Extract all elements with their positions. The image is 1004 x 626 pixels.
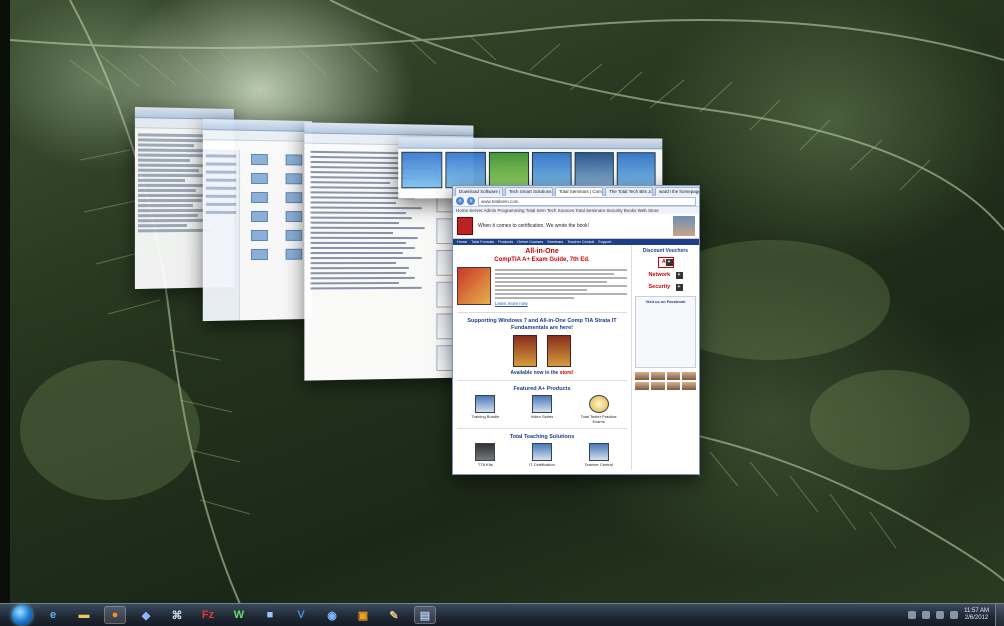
tray-network-icon[interactable]: [936, 611, 945, 619]
ie2-icon[interactable]: ◉: [321, 606, 343, 624]
site-logo[interactable]: [457, 217, 473, 235]
facebook-title: Visit us on Facebook: [645, 299, 686, 304]
app-box-icon[interactable]: ■: [259, 606, 281, 624]
page-content: All-in-One CompTIA A+ Exam Guide, 7th Ed…: [453, 245, 699, 470]
product-label: Training Bundle: [471, 414, 500, 419]
paint-icon[interactable]: ✎: [383, 606, 405, 624]
book-image[interactable]: [513, 335, 537, 367]
voucher-security[interactable]: Security: [649, 283, 683, 292]
system-tray: 11:57 AM 2/6/2012: [908, 608, 995, 622]
explorer-sidebar: [202, 149, 241, 322]
tray-volume-icon[interactable]: [950, 611, 959, 619]
site-header: When it comes to certification, We wrote…: [453, 214, 699, 239]
fan-faces: [635, 372, 696, 390]
voucher-network[interactable]: Network: [649, 271, 683, 280]
section-heading: Supporting Windows 7 and All-in-One Comp…: [467, 318, 617, 331]
available-label: Available now in the: [510, 370, 559, 376]
address-row: ‹ › www.totalsem.com: [453, 196, 699, 207]
sidebar-title: Discount Vouchers: [642, 248, 689, 254]
teaching-item[interactable]: Teacher Central: [581, 443, 617, 467]
featured-section: Featured A+ Products Training Bundle Vid…: [457, 380, 627, 424]
sidebar-column: Discount Vouchers A+ Network Security Vi…: [631, 245, 699, 470]
product-item[interactable]: Training Bundle: [467, 395, 503, 424]
product-row: Training Bundle Video Series Total Teste…: [457, 395, 627, 424]
promo-headline: All-in-One: [525, 248, 559, 255]
teaching-label: Teacher Central: [584, 462, 613, 467]
folder-icon[interactable]: ▬: [73, 606, 95, 624]
teaching-label: IT Certification: [529, 462, 555, 467]
browser-tab[interactable]: watch the homepage to ...: [655, 187, 699, 196]
product-item[interactable]: Video Series: [524, 395, 560, 424]
network-icon[interactable]: ⌘: [166, 606, 188, 624]
start-button[interactable]: [12, 605, 32, 625]
window-explorer[interactable]: [202, 118, 312, 322]
window-titlebar[interactable]: [398, 137, 663, 150]
media-icon[interactable]: ▣: [352, 606, 374, 624]
product-label: Total Tester Practice Exams: [580, 414, 617, 424]
promo-subheadline: CompTIA A+ Exam Guide, 7th Ed.: [494, 257, 590, 263]
strata-books: [457, 335, 627, 367]
window-icon[interactable]: ▤: [414, 606, 436, 624]
address-bar[interactable]: www.totalsem.com: [478, 196, 696, 206]
product-label: Video Series: [530, 414, 554, 419]
available-text: Available now in the store!: [457, 370, 627, 376]
promo-text: Learn more now: [495, 267, 627, 308]
teaching-label: TTA Kits: [477, 462, 493, 467]
facebook-widget[interactable]: Visit us on Facebook: [635, 296, 696, 368]
store-link[interactable]: store!: [560, 370, 574, 376]
clock-date: 2/6/2012: [964, 615, 989, 621]
screen-edge: [0, 0, 10, 604]
main-column: All-in-One CompTIA A+ Exam Guide, 7th Ed…: [453, 245, 631, 470]
browser-tab[interactable]: Tech Smart Solutions New...: [505, 187, 553, 196]
section-heading: Total Teaching Solutions: [509, 434, 575, 440]
strata-section: Supporting Windows 7 and All-in-One Comp…: [457, 312, 627, 376]
browser-tab-strip: Download Software | Ch... Tech Smart Sol…: [453, 186, 699, 196]
teaching-section: Total Teaching Solutions TTA Kits IT Cer…: [457, 428, 627, 467]
browser-tab[interactable]: Download Software | Ch...: [455, 187, 503, 196]
taskbar: e ▬ ● ◆ ⌘ Fz W ■ V ◉ ▣ ✎ ▤ 11:57 AM 2/6/…: [0, 603, 1004, 626]
browser-window[interactable]: Download Software | Ch... Tech Smart Sol…: [452, 185, 700, 475]
forward-icon[interactable]: ›: [467, 197, 475, 205]
taskbar-icons: e ▬ ● ◆ ⌘ Fz W ■ V ◉ ▣ ✎ ▤: [42, 606, 436, 624]
system-clock[interactable]: 11:57 AM 2/6/2012: [964, 608, 989, 622]
tray-flag-icon[interactable]: [922, 611, 931, 619]
tray-arrow-icon[interactable]: [908, 611, 917, 619]
teaching-row: TTA Kits IT Certification Teacher Centra…: [457, 443, 627, 467]
filezilla-icon[interactable]: Fz: [197, 606, 219, 624]
site-tagline: When it comes to certification, We wrote…: [478, 223, 590, 229]
window-toolbar: [202, 129, 312, 142]
clock-time: 11:57 AM: [964, 608, 989, 614]
voucher-aplus[interactable]: A+: [657, 257, 674, 268]
product-item[interactable]: Total Tester Practice Exams: [581, 395, 617, 424]
book-cover-image[interactable]: [457, 267, 491, 305]
browser-tab[interactable]: The Total Tech Bits Journal...: [605, 187, 653, 196]
ie-icon[interactable]: e: [42, 606, 64, 624]
book-image[interactable]: [547, 335, 571, 367]
teaching-item[interactable]: TTA Kits: [467, 443, 503, 467]
firefox-icon[interactable]: ●: [104, 606, 126, 624]
app-icon[interactable]: ◆: [135, 606, 157, 624]
section-heading: Featured A+ Products: [513, 386, 571, 392]
web-page: When it comes to certification, We wrote…: [453, 214, 699, 474]
visio-icon[interactable]: V: [290, 606, 312, 624]
header-photo: [673, 216, 695, 236]
word-icon[interactable]: W: [228, 606, 250, 624]
back-icon[interactable]: ‹: [456, 197, 464, 205]
teaching-item[interactable]: IT Certification: [524, 443, 560, 467]
explorer-file-grid: [245, 153, 308, 261]
browser-tab-active[interactable]: Total Seminars | Comp...: [555, 187, 603, 196]
show-desktop-button[interactable]: [995, 604, 1004, 626]
learn-more-link[interactable]: Learn more now: [495, 301, 627, 306]
promo-book-row: Learn more now: [457, 267, 627, 308]
